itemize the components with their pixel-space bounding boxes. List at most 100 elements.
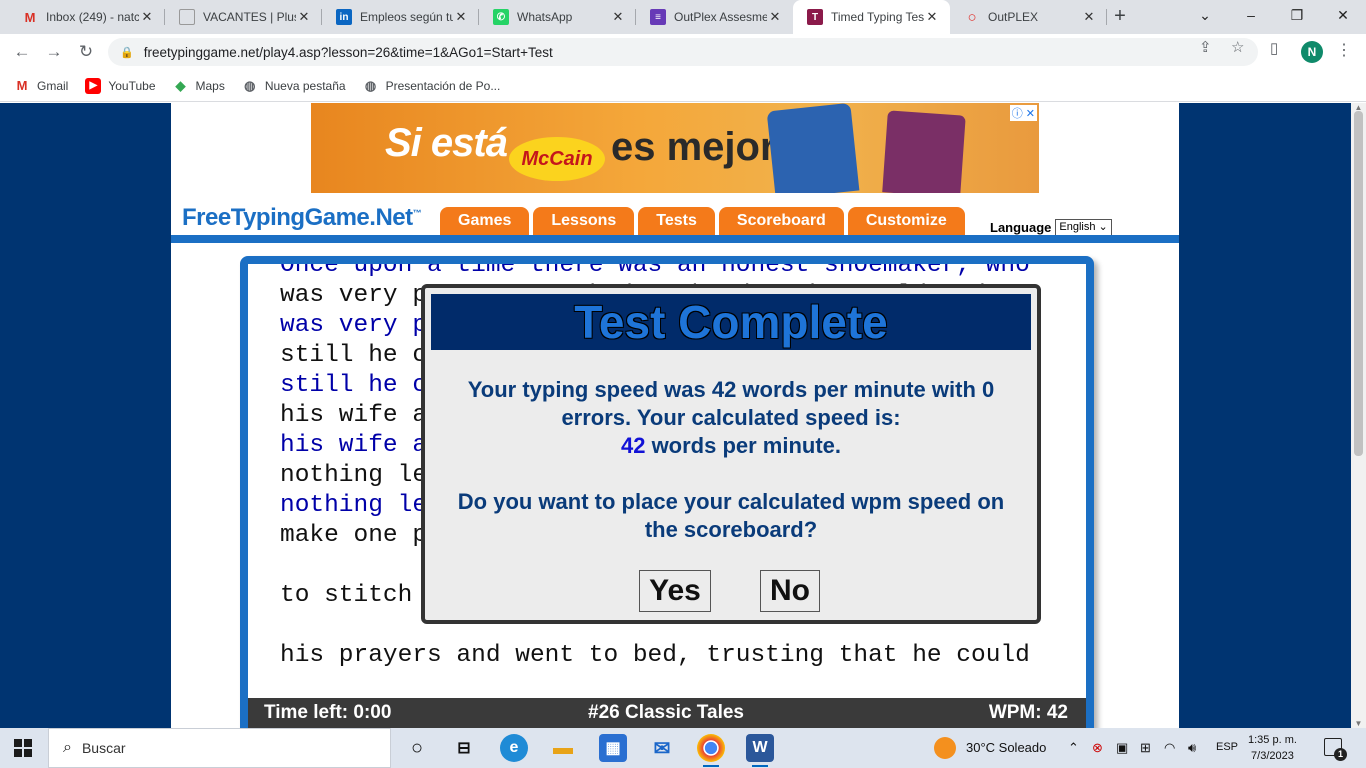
windows-taskbar: ⌕ Buscar ○ ⊟ e ▬ ▦ ✉ W 30°C Soleado ⌃ ⊗ … — [0, 728, 1366, 768]
bookmark-item[interactable]: ◆ Maps — [173, 78, 225, 94]
close-tab-icon[interactable]: ✕ — [296, 9, 312, 25]
browser-tab[interactable]: ○ OutPLEX ✕ — [950, 0, 1107, 34]
mail-icon[interactable]: ✉ — [648, 734, 676, 762]
wifi-icon[interactable]: ◠ — [1164, 740, 1175, 756]
new-tab-button[interactable]: + — [1108, 5, 1132, 29]
minimize-button[interactable]: – — [1228, 0, 1274, 34]
browser-tab-title: OutPlex Assesme — [674, 10, 767, 24]
system-clock[interactable]: 1:35 p. m. 7/3/2023 — [1248, 732, 1297, 764]
gmail-icon: M — [16, 78, 28, 93]
profile-avatar[interactable]: N — [1301, 41, 1323, 63]
bookmark-item[interactable]: M Gmail — [14, 78, 69, 94]
close-window-button[interactable]: ✕ — [1320, 0, 1366, 34]
site-logo[interactable]: FreeTypingGame.Net™ — [182, 204, 422, 232]
advertisement-banner[interactable]: Si está McCain es mejor ⓘ ✕ — [311, 103, 1039, 193]
dialog-result-text: Your typing speed was 42 words per minut… — [425, 376, 1037, 460]
lesson-name: #26 Classic Tales — [588, 702, 744, 723]
site-nav: Games Lessons Tests Scoreboard Customize — [440, 207, 969, 236]
nav-tab-customize[interactable]: Customize — [847, 207, 965, 236]
bookmarks-bar: M Gmail ▶ YouTube ◆ Maps ◍ Nueva pestaña ◍ Presen… — [0, 70, 1366, 102]
notification-center-icon[interactable]: 1 — [1324, 738, 1347, 761]
nav-tab-games[interactable]: Games — [440, 207, 530, 236]
windows-start-icon[interactable] — [14, 739, 32, 757]
close-tab-icon[interactable]: ✕ — [139, 9, 155, 25]
weather-icon[interactable] — [934, 737, 956, 759]
browser-tab-title: WhatsApp — [517, 10, 573, 24]
reload-button[interactable]: ↻ — [74, 40, 98, 64]
browser-tab[interactable]: ✆ WhatsApp ✕ — [479, 0, 636, 34]
volume-icon[interactable]: 🔊︎ — [1188, 740, 1196, 756]
clock-date: 7/3/2023 — [1251, 750, 1294, 762]
address-bar[interactable]: 🔒 freetypinggame.net/play4.asp?lesson=26… — [108, 38, 1258, 66]
target-text-line: Once upon a time there was an honest sho… — [280, 256, 1030, 279]
bookmark-item[interactable]: ▶ YouTube — [85, 77, 156, 94]
gmail-icon: M — [24, 9, 36, 25]
close-tab-icon[interactable]: ✕ — [924, 9, 940, 25]
ad-slogan-right: es mejor — [611, 125, 776, 169]
question-line-2: the scoreboard? — [644, 517, 818, 542]
input-language[interactable]: ESP — [1216, 741, 1238, 753]
forward-button[interactable]: → — [42, 40, 66, 64]
linkedin-icon: in — [336, 9, 352, 25]
edge-icon[interactable]: e — [500, 734, 528, 762]
dialog-header: Test Complete — [431, 294, 1031, 350]
site-logo-text: FreeTypingGame.Net — [182, 204, 413, 231]
browser-tab[interactable]: in Empleos según tu ✕ — [322, 0, 479, 34]
ad-close-icon[interactable]: ⓘ ✕ — [1009, 105, 1037, 121]
bookmark-item[interactable]: ◍ Presentación de Po... — [363, 78, 500, 94]
nav-tab-scoreboard[interactable]: Scoreboard — [718, 207, 844, 236]
yes-button[interactable]: Yes — [639, 570, 711, 612]
nav-tab-tests[interactable]: Tests — [638, 207, 715, 236]
bookmark-label: YouTube — [108, 78, 156, 93]
page-icon — [179, 9, 195, 25]
task-view-icon[interactable]: ⊟ — [450, 734, 478, 762]
store-icon[interactable]: ▦ — [599, 734, 627, 762]
page-scrollbar[interactable]: ▲ ▼ — [1351, 103, 1366, 728]
ad-product-image — [882, 110, 966, 193]
browser-tab[interactable]: T Timed Typing Tes ✕ — [793, 0, 950, 34]
tray-chevron-icon[interactable]: ⌃ — [1068, 740, 1079, 756]
bookmark-item[interactable]: ◍ Nueva pestaña — [242, 77, 345, 94]
chrome-icon[interactable] — [697, 734, 725, 767]
network-tray-icon[interactable]: ⊞ — [1140, 740, 1151, 756]
tab-search-button[interactable]: ⌄ — [1182, 0, 1228, 34]
dialog-question: Do you want to place your calculated wpm… — [425, 488, 1037, 544]
no-button[interactable]: No — [760, 570, 820, 612]
taskbar-search[interactable]: ⌕ Buscar — [48, 728, 391, 768]
language-select[interactable]: English ⌄ — [1055, 219, 1112, 236]
trademark-mark: ™ — [412, 208, 422, 218]
result-line-1: Your typing speed was 42 words per minut… — [467, 377, 995, 402]
share-icon[interactable]: ⇪ — [1199, 38, 1212, 56]
security-tray-icon[interactable]: ⊗ — [1092, 740, 1103, 756]
test-complete-dialog: Test Complete Your typing speed was 42 w… — [421, 284, 1041, 624]
file-explorer-icon[interactable]: ▬ — [549, 734, 577, 762]
clock-time: 1:35 p. m. — [1248, 734, 1297, 746]
dialog-title: Test Complete — [574, 296, 888, 348]
maximize-button[interactable]: ❐ — [1274, 0, 1320, 34]
weather-text[interactable]: 30°C Soleado — [966, 740, 1046, 755]
oracle-icon: ○ — [967, 8, 977, 26]
browser-tab[interactable]: ≡ OutPlex Assesme ✕ — [636, 0, 793, 34]
nav-tab-lessons[interactable]: Lessons — [533, 207, 635, 236]
cortana-icon[interactable]: ○ — [403, 734, 431, 762]
browser-toolbar: ← → ↻ 🔒 freetypinggame.net/play4.asp?les… — [0, 34, 1366, 70]
browser-tab[interactable]: M Inbox (249) - natc ✕ — [8, 0, 165, 34]
side-panel-icon[interactable]: ▯ — [1270, 39, 1278, 57]
meet-tray-icon[interactable]: ▣ — [1116, 740, 1128, 756]
lock-icon: 🔒 — [120, 46, 134, 59]
close-tab-icon[interactable]: ✕ — [1081, 9, 1097, 25]
close-tab-icon[interactable]: ✕ — [453, 9, 469, 25]
browser-tab[interactable]: VACANTES | PlusE✕ — [165, 0, 322, 34]
ad-slogan-left: Si está — [385, 121, 508, 165]
scrollbar-thumb[interactable] — [1354, 111, 1363, 456]
word-icon[interactable]: W — [746, 734, 774, 767]
ad-brand-logo: McCain — [509, 137, 605, 181]
result-line-2: errors. Your calculated speed is: — [561, 405, 901, 430]
close-tab-icon[interactable]: ✕ — [767, 9, 783, 25]
bookmark-star-icon[interactable]: ☆ — [1231, 38, 1244, 56]
scroll-down-icon[interactable]: ▼ — [1351, 719, 1366, 728]
globe-icon: ◍ — [244, 77, 256, 93]
browser-menu-icon[interactable]: ⋮ — [1336, 40, 1352, 60]
back-button[interactable]: ← — [10, 40, 34, 64]
close-tab-icon[interactable]: ✕ — [610, 9, 626, 25]
